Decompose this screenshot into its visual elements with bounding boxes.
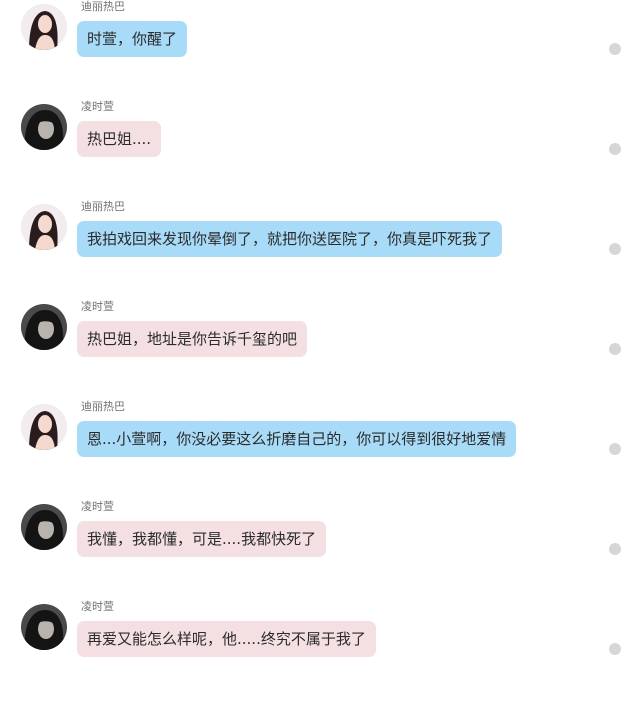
message-bubble[interactable]: 热巴姐.... — [77, 121, 162, 157]
sender-name: 迪丽热巴 — [81, 200, 125, 213]
chat-message: 迪丽热巴 恩...小萱啊，你没必要这么折磨自己的，你可以得到很好地爱情 — [0, 400, 640, 506]
female-avatar[interactable] — [21, 404, 67, 450]
chat-message: 凌时萱 再爱又能怎么样呢，他.....终究不属于我了 — [0, 600, 640, 706]
message-bubble[interactable]: 恩...小萱啊，你没必要这么折磨自己的，你可以得到很好地爱情 — [77, 421, 517, 457]
message-bubble[interactable]: 我拍戏回来发现你晕倒了，就把你送医院了，你真是吓死我了 — [77, 221, 503, 257]
sender-name: 凌时萱 — [81, 300, 114, 313]
message-bubble[interactable]: 再爱又能怎么样呢，他.....终究不属于我了 — [77, 621, 376, 657]
sender-name: 迪丽热巴 — [81, 0, 125, 13]
message-bubble[interactable]: 热巴姐，地址是你告诉千玺的吧 — [77, 321, 308, 357]
chat-message: 迪丽热巴 时萱，你醒了 — [0, 0, 640, 106]
dark-hair-avatar[interactable] — [21, 604, 67, 650]
message-status-icon — [609, 343, 621, 355]
message-status-icon — [609, 643, 621, 655]
sender-name: 凌时萱 — [81, 600, 114, 613]
chat-message: 迪丽热巴 我拍戏回来发现你晕倒了，就把你送医院了，你真是吓死我了 — [0, 200, 640, 306]
message-bubble[interactable]: 我懂，我都懂，可是....我都快死了 — [77, 521, 327, 557]
message-status-icon — [609, 43, 621, 55]
dark-hair-avatar[interactable] — [21, 304, 67, 350]
message-status-icon — [609, 443, 621, 455]
chat-message: 凌时萱 热巴姐.... — [0, 100, 640, 206]
chat-message: 凌时萱 我懂，我都懂，可是....我都快死了 — [0, 500, 640, 606]
sender-name: 迪丽热巴 — [81, 400, 125, 413]
dark-hair-avatar[interactable] — [21, 504, 67, 550]
message-status-icon — [609, 243, 621, 255]
dark-hair-avatar[interactable] — [21, 104, 67, 150]
message-status-icon — [609, 543, 621, 555]
female-avatar[interactable] — [21, 204, 67, 250]
female-avatar[interactable] — [21, 4, 67, 50]
message-status-icon — [609, 143, 621, 155]
message-bubble[interactable]: 时萱，你醒了 — [77, 21, 188, 57]
sender-name: 凌时萱 — [81, 100, 114, 113]
sender-name: 凌时萱 — [81, 500, 114, 513]
chat-message: 凌时萱 热巴姐，地址是你告诉千玺的吧 — [0, 300, 640, 406]
chat-message-list[interactable]: 迪丽热巴 时萱，你醒了 凌时萱 热巴姐.... 迪丽热巴 我拍戏回来发现你晕倒了… — [0, 0, 640, 660]
